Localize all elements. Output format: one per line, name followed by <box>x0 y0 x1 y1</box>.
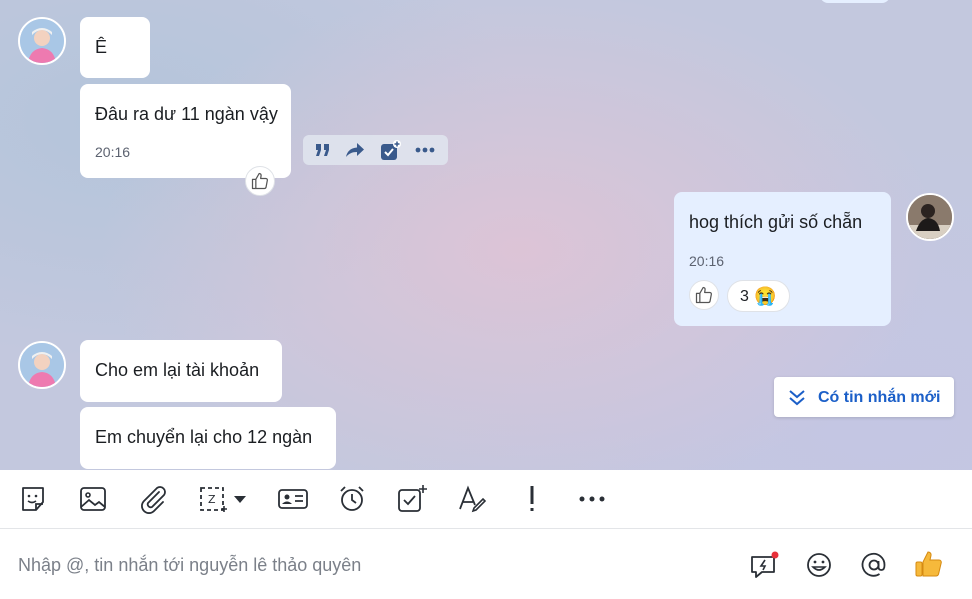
message-action-bar <box>303 135 448 165</box>
composer-toolbar: Z <box>0 470 972 529</box>
chevron-down-icon[interactable] <box>232 492 250 506</box>
reaction-button[interactable] <box>689 280 719 310</box>
message-bubble[interactable]: Ê <box>80 17 150 78</box>
previous-message-bubble-edge <box>820 0 890 3</box>
avatar-image <box>20 343 64 387</box>
message-bubble[interactable]: Em chuyển lại cho 12 ngàn <box>80 407 336 469</box>
new-message-label: Có tin nhắn mới <box>818 389 941 406</box>
text-format-icon[interactable] <box>456 483 488 515</box>
message-list[interactable]: Ê Đâu ra dư 11 ngàn vậy 20:16 hog thích … <box>0 0 972 470</box>
urgent-icon[interactable] <box>516 483 548 515</box>
contact-card-icon[interactable] <box>276 483 308 515</box>
thumbs-up-outline-icon <box>695 286 712 304</box>
contact-avatar[interactable] <box>18 17 66 65</box>
contact-avatar[interactable] <box>18 341 66 389</box>
message-time: 20:16 <box>95 144 131 160</box>
thumbs-up-outline-icon <box>251 172 268 190</box>
crying-emoji-icon: 😭 <box>754 286 777 306</box>
my-avatar[interactable] <box>906 193 954 241</box>
emoji-icon[interactable] <box>804 550 834 580</box>
new-message-button[interactable]: Có tin nhắn mới <box>774 377 954 417</box>
message-text: Cho em lại tài khoản <box>95 360 260 380</box>
attachment-icon[interactable] <box>137 483 169 515</box>
message-text: Ê <box>95 37 108 57</box>
svg-text:Z: Z <box>208 493 216 506</box>
message-text: hog thích gửi số chẵn <box>689 212 863 232</box>
message-input[interactable]: Nhập @, tin nhắn tới nguyễn lê thảo quyê… <box>18 555 361 576</box>
quick-message-icon[interactable] <box>749 550 779 580</box>
reaction-count: 3 <box>740 288 749 305</box>
thumbs-up-icon[interactable] <box>913 548 945 580</box>
quote-icon[interactable] <box>313 140 333 160</box>
message-composer: Nhập @, tin nhắn tới nguyễn lê thảo quyê… <box>0 529 972 599</box>
avatar-image <box>908 195 952 239</box>
message-text: Đâu ra dư 11 ngàn vậy <box>95 104 278 124</box>
more-icon[interactable] <box>414 140 435 160</box>
mention-icon[interactable] <box>859 550 889 580</box>
message-bubble[interactable]: Cho em lại tài khoản <box>80 340 282 402</box>
avatar-image <box>20 19 64 63</box>
reaction-summary[interactable]: 3 😭 <box>727 280 790 312</box>
more-icon[interactable] <box>576 483 608 515</box>
screenshot-icon[interactable]: Z <box>197 483 229 515</box>
add-task-icon[interactable] <box>380 140 401 160</box>
reminder-icon[interactable] <box>336 483 368 515</box>
message-text: Em chuyển lại cho 12 ngàn <box>95 427 313 447</box>
sticker-icon[interactable] <box>17 483 49 515</box>
todo-icon[interactable] <box>396 483 428 515</box>
forward-icon[interactable] <box>345 140 365 160</box>
message-time: 20:16 <box>689 253 725 269</box>
reaction-button[interactable] <box>245 166 275 196</box>
message-bubble[interactable]: Đâu ra dư 11 ngàn vậy 20:16 <box>80 84 291 196</box>
image-icon[interactable] <box>77 483 109 515</box>
double-chevron-down-icon <box>789 390 805 406</box>
message-bubble-outgoing[interactable]: hog thích gửi số chẵn 20:16 3 😭 <box>674 192 891 326</box>
